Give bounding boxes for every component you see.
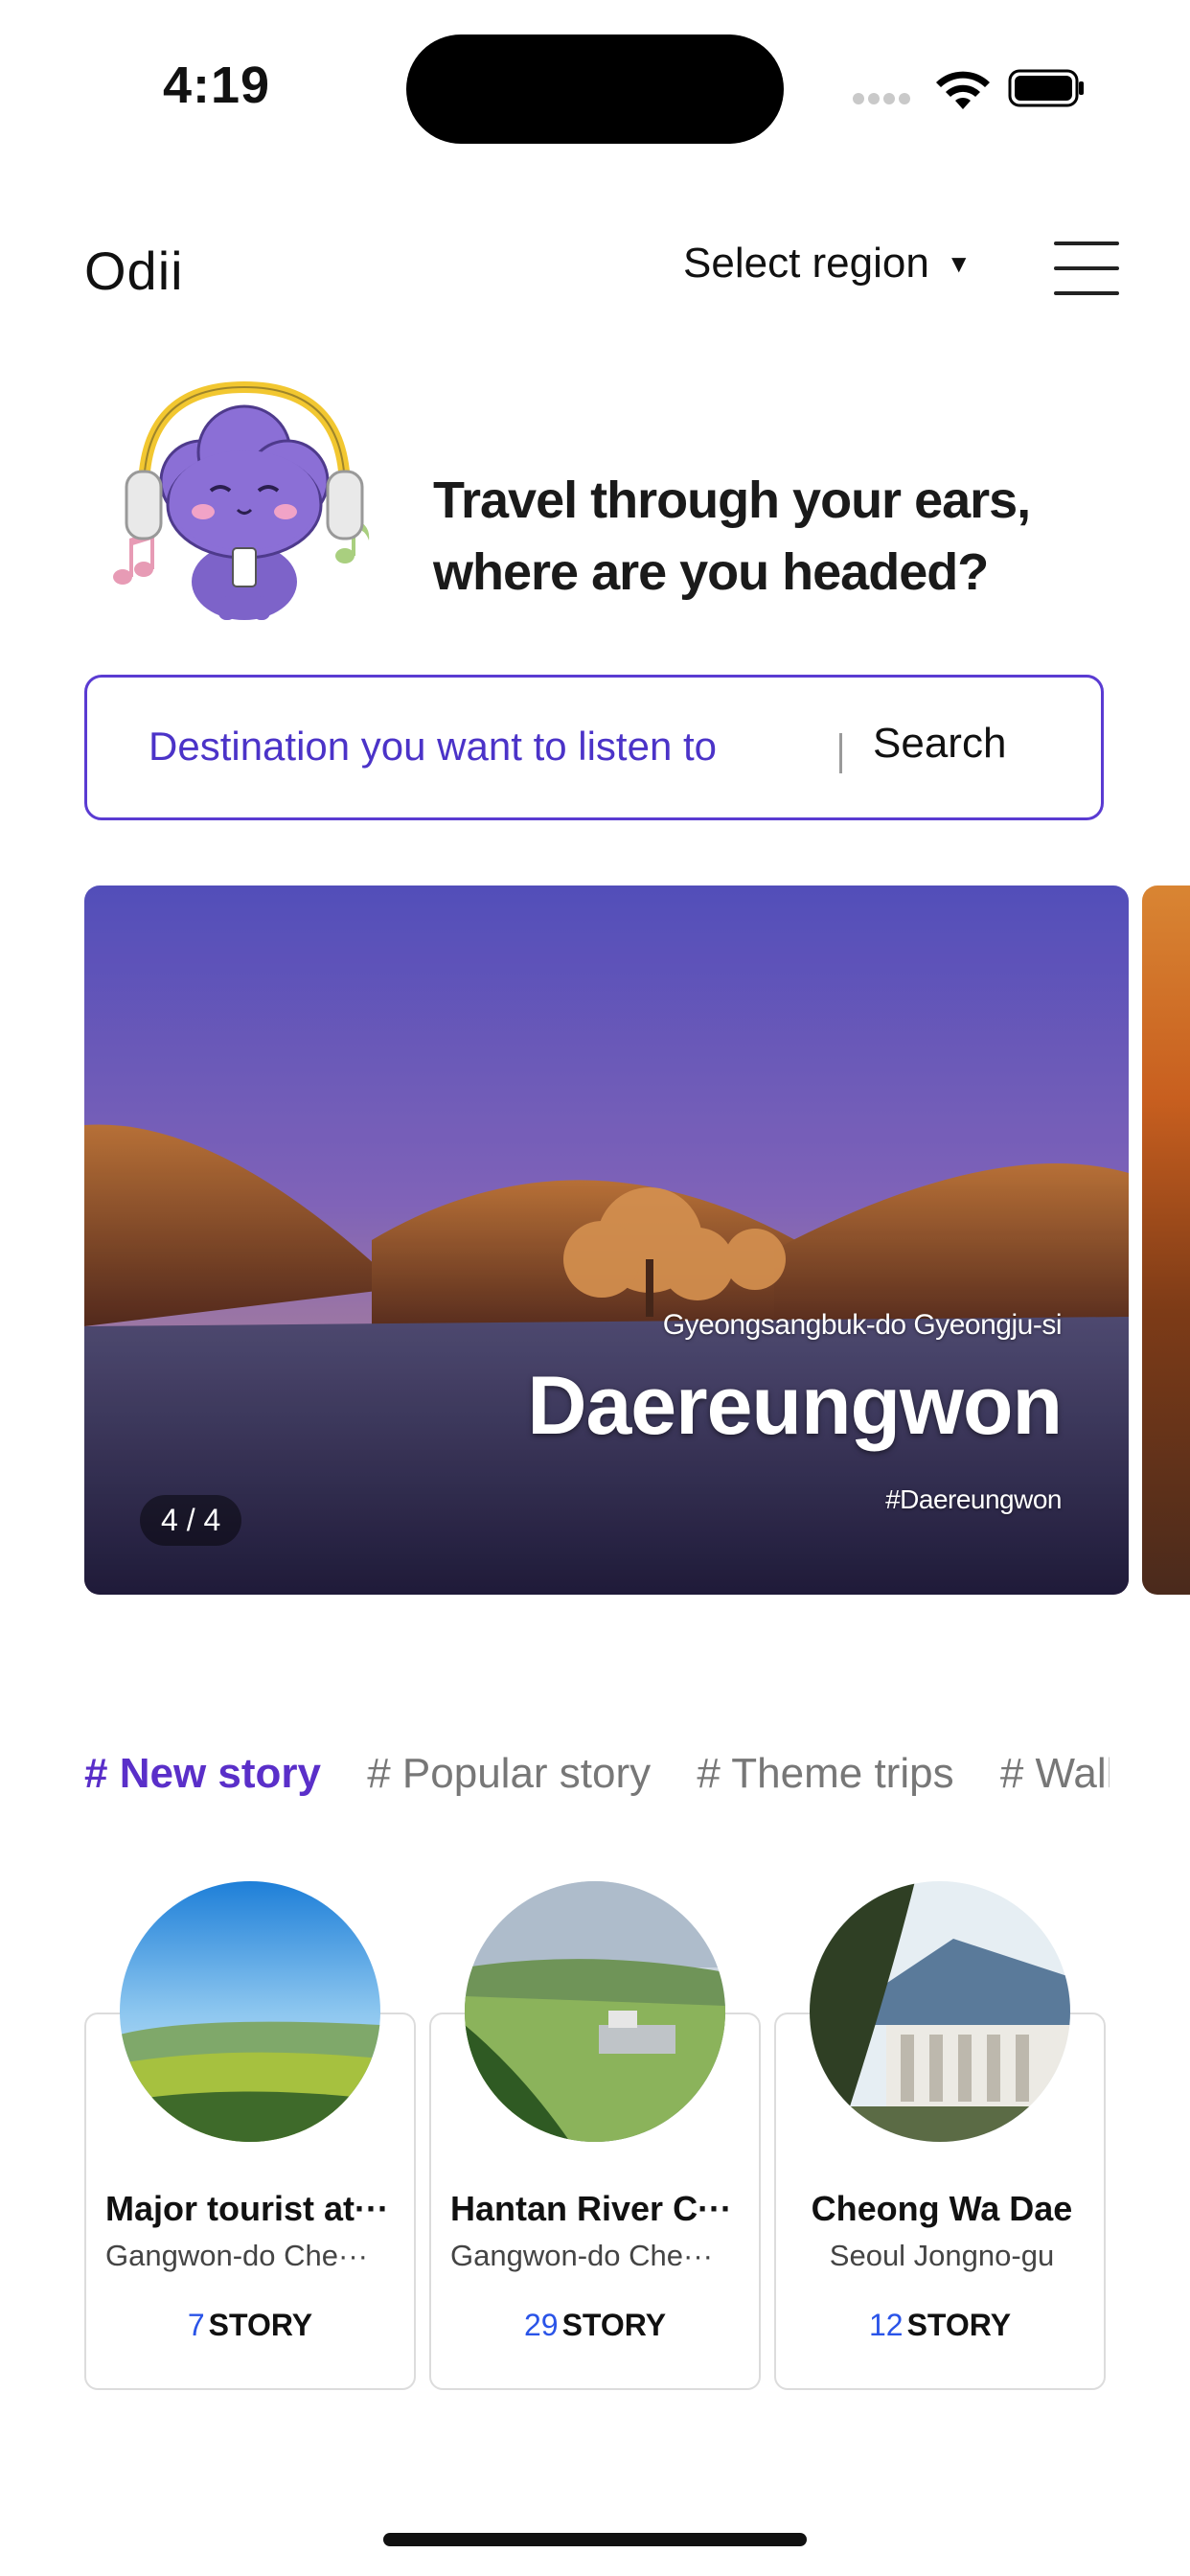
card-story-count: 29 STORY xyxy=(431,2308,759,2343)
card-subtitle: Seoul Jongno-gu xyxy=(829,2239,1055,2272)
battery-icon xyxy=(1008,69,1084,107)
card-story-count: 7 STORY xyxy=(86,2308,414,2343)
story-count-number: 12 xyxy=(868,2308,904,2342)
search-button[interactable]: Search xyxy=(873,720,1006,768)
select-region-dropdown[interactable]: Select region ▼ xyxy=(683,240,972,288)
search-bar: Search xyxy=(84,675,1104,820)
card-thumbnail xyxy=(465,1881,725,2142)
tab-walking[interactable]: # Walkin xyxy=(1000,1750,1110,1798)
card-title: Hantan River C··· xyxy=(450,2189,733,2228)
banner-region: Gyeongsangbuk-do Gyeongju-si xyxy=(662,1309,1063,1341)
app-logo[interactable]: Odii xyxy=(84,240,184,302)
menu-line xyxy=(1054,291,1119,295)
story-count-number: 7 xyxy=(187,2308,205,2342)
card-subtitle: Gangwon-do Che··· xyxy=(450,2239,713,2272)
story-count-number: 29 xyxy=(523,2308,559,2342)
card-thumbnail xyxy=(120,1881,380,2142)
card-title: Cheong Wa Dae xyxy=(811,2189,1073,2228)
story-count-suffix: STORY xyxy=(906,2308,1012,2342)
story-count-suffix: STORY xyxy=(208,2308,313,2342)
status-time: 4:19 xyxy=(163,57,271,114)
story-category-tabs: # New story # Popular story # Theme trip… xyxy=(84,1750,1110,1807)
menu-line xyxy=(1054,266,1119,270)
card-thumbnail xyxy=(810,1881,1070,2142)
story-count-suffix: STORY xyxy=(561,2308,667,2342)
hero-headline: Travel through your ears, where are you … xyxy=(433,465,1031,609)
mascot-illustration xyxy=(113,380,370,620)
banner-title: Daereungwon xyxy=(527,1360,1063,1452)
tab-popular-story[interactable]: # Popular story xyxy=(367,1750,651,1798)
dynamic-island xyxy=(406,34,784,144)
search-divider xyxy=(839,733,842,773)
region-label: Select region xyxy=(683,240,929,287)
tab-new-story[interactable]: # New story xyxy=(84,1750,321,1798)
card-story-count: 12 STORY xyxy=(776,2308,1104,2343)
cellular-signal-icon xyxy=(853,92,914,105)
wifi-icon xyxy=(936,71,990,109)
banner-hashtag: #Daereungwon xyxy=(885,1484,1062,1514)
home-indicator[interactable] xyxy=(383,2533,807,2546)
caret-down-icon: ▼ xyxy=(946,248,972,278)
search-input[interactable] xyxy=(149,724,838,770)
banner-page-counter: 4 / 4 xyxy=(140,1495,242,1546)
menu-line xyxy=(1054,242,1119,245)
headline-line-1: Travel through your ears, xyxy=(433,472,1031,529)
tab-theme-trips[interactable]: # Theme trips xyxy=(697,1750,953,1798)
headline-line-2: where are you headed? xyxy=(433,543,989,601)
hamburger-menu-button[interactable] xyxy=(1054,242,1119,295)
featured-banner[interactable]: Gyeongsangbuk-do Gyeongju-si Daereungwon… xyxy=(84,886,1129,1595)
card-title: Major tourist at··· xyxy=(105,2189,389,2228)
next-banner-preview[interactable] xyxy=(1142,886,1190,1595)
card-subtitle: Gangwon-do Che··· xyxy=(105,2239,368,2272)
